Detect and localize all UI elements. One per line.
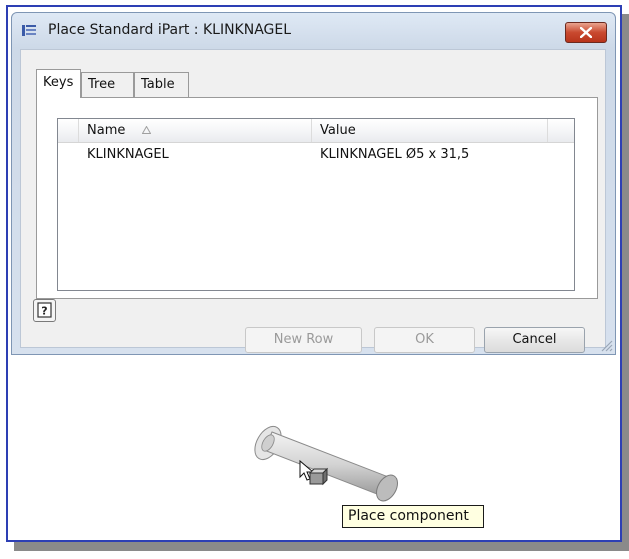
column-value-label: Value xyxy=(320,123,356,138)
tab-table-label: Table xyxy=(141,77,175,92)
tab-keys-label: Keys xyxy=(43,75,74,90)
column-value[interactable]: Value xyxy=(312,119,548,142)
sort-ascending-icon xyxy=(142,126,151,134)
ok-button[interactable]: OK xyxy=(374,327,475,353)
row-value-cell: KLINKNAGEL Ø5 x 31,5 xyxy=(320,147,470,162)
column-name-label: Name xyxy=(87,123,126,138)
table-row[interactable]: KLINKNAGEL KLINKNAGEL Ø5 x 31,5 xyxy=(58,143,574,165)
row-name-cell: KLINKNAGEL xyxy=(87,147,169,162)
place-component-tooltip: Place component xyxy=(342,505,484,528)
list-header: Name Value xyxy=(58,119,574,143)
tab-tree[interactable]: Tree xyxy=(81,72,134,97)
place-cursor-icon xyxy=(299,459,328,486)
keys-tab-page: Name Value KLINKNAGEL KLINKNAGEL Ø5 x 31… xyxy=(36,97,598,299)
svg-text:?: ? xyxy=(41,305,47,318)
close-button[interactable] xyxy=(565,22,607,43)
column-name[interactable]: Name xyxy=(79,119,312,142)
new-row-button[interactable]: New Row xyxy=(245,327,362,353)
tab-table[interactable]: Table xyxy=(134,72,189,97)
dialog-panel: Keys Tree Table Name Value KLINKNAGEL KL… xyxy=(20,49,606,353)
dialog-titlebar[interactable]: Place Standard iPart : KLINKNAGEL xyxy=(12,13,615,47)
place-standard-ipart-dialog: Place Standard iPart : KLINKNAGEL Keys T… xyxy=(11,12,616,355)
tab-tree-label: Tree xyxy=(88,77,116,92)
help-button[interactable]: ? xyxy=(33,299,56,322)
tab-keys[interactable]: Keys xyxy=(36,69,81,98)
column-spacer xyxy=(58,119,79,142)
resize-grip-icon[interactable] xyxy=(599,338,613,352)
help-icon: ? xyxy=(37,302,52,318)
close-x-icon xyxy=(579,26,593,39)
ipart-table-icon xyxy=(22,25,36,36)
cancel-button[interactable]: Cancel xyxy=(484,327,585,353)
keys-list[interactable]: Name Value KLINKNAGEL KLINKNAGEL Ø5 x 31… xyxy=(57,118,575,291)
dialog-title: Place Standard iPart : KLINKNAGEL xyxy=(48,22,292,38)
